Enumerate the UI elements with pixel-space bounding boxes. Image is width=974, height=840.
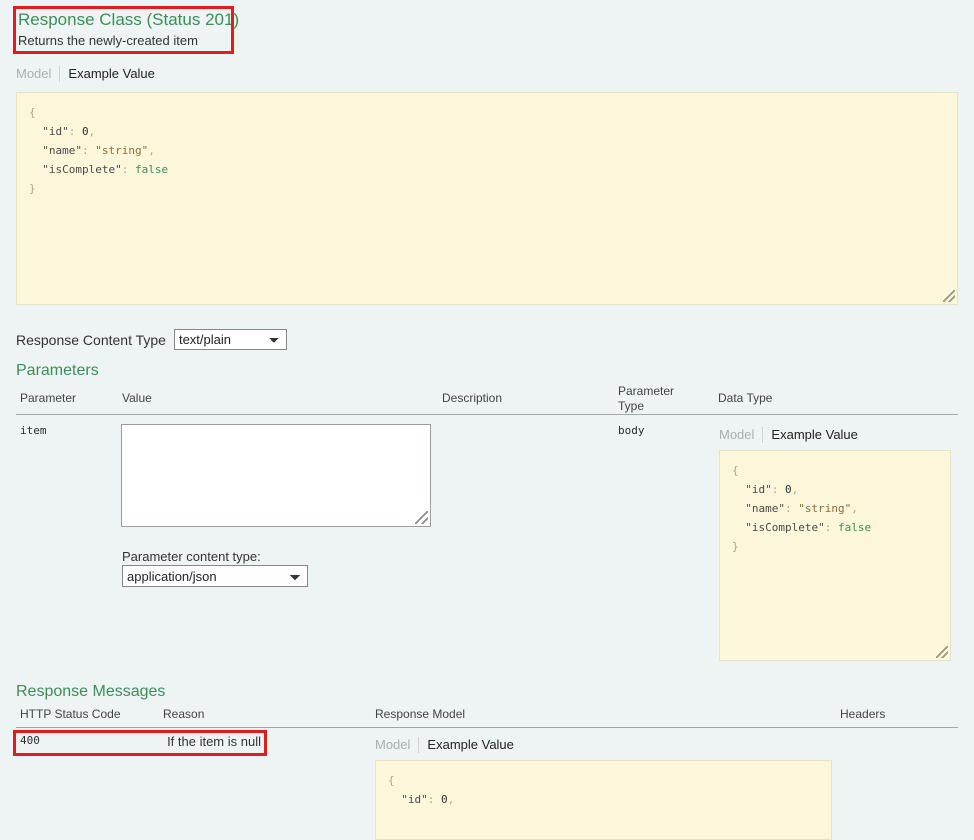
json-close-brace: } [732, 540, 739, 553]
json-key-id: "id" [29, 125, 69, 138]
example-value-json-response-class[interactable]: { "id": 0, "name": "string", "isComplete… [16, 92, 958, 305]
json-key-id: "id" [388, 793, 428, 806]
parameter-content-type-wrapper: application/json [122, 565, 308, 587]
parameter-type-value-body: body [618, 424, 645, 437]
swagger-operation-panel: Response Class (Status 201) Returns the … [0, 0, 974, 781]
response-messages-heading: Response Messages [16, 682, 165, 702]
column-header-http-status-code: HTTP Status Code [20, 707, 121, 722]
json-key-name: "name" [732, 502, 785, 515]
example-value-json-parameter[interactable]: { "id": 0, "name": "string", "isComplete… [719, 450, 951, 661]
json-key-iscomplete: "isComplete" [732, 521, 825, 534]
json-comma-id: , [448, 793, 455, 806]
json-value-name: "string" [95, 144, 148, 157]
column-header-parameter: Parameter [20, 391, 76, 406]
model-example-tabs-response-message: Model Example Value [375, 737, 514, 753]
json-colon-iscomplete: : [825, 521, 838, 534]
json-value-id: 0 [441, 793, 448, 806]
response-class-title: Response Class (Status 201) [18, 9, 232, 31]
json-comma-name: , [851, 502, 858, 515]
response-class-description: Returns the newly-created item [18, 32, 232, 50]
column-header-value: Value [122, 391, 152, 406]
json-comma-id: , [89, 125, 96, 138]
tab-example-value[interactable]: Example Value [419, 737, 513, 752]
column-header-description: Description [442, 391, 502, 406]
json-colon-name: : [785, 502, 798, 515]
column-header-reason: Reason [163, 707, 204, 722]
json-key-name: "name" [29, 144, 82, 157]
model-example-tabs-parameter: Model Example Value [719, 427, 858, 443]
tab-example-value[interactable]: Example Value [60, 66, 154, 81]
json-colon-id: : [69, 125, 82, 138]
column-header-response-model: Response Model [375, 707, 465, 722]
parameters-heading: Parameters [16, 361, 99, 381]
json-value-id: 0 [785, 483, 792, 496]
example-value-json-response-message[interactable]: { "id": 0, [375, 760, 832, 840]
model-example-tabs-response-class: Model Example Value [16, 66, 155, 82]
json-key-id: "id" [732, 483, 772, 496]
column-header-parameter-type-line1: Parameter [618, 384, 678, 399]
parameter-value-textarea[interactable] [121, 424, 431, 527]
response-content-type-select[interactable]: text/plain [174, 329, 287, 350]
json-value-name: "string" [798, 502, 851, 515]
response-content-type-label: Response Content Type [16, 332, 166, 348]
parameter-content-type-select[interactable]: application/json [122, 565, 308, 587]
tab-model[interactable]: Model [16, 66, 59, 81]
tab-example-value[interactable]: Example Value [763, 427, 857, 442]
response-content-type-row: Response Content Type text/plain [16, 329, 287, 350]
json-colon-id: : [772, 483, 785, 496]
json-value-id: 0 [82, 125, 89, 138]
column-header-parameter-type: Parameter Type [618, 384, 678, 414]
json-comma-id: , [792, 483, 799, 496]
json-key-iscomplete: "isComplete" [29, 163, 122, 176]
response-messages-table-divider [16, 727, 958, 728]
json-close-brace: } [29, 182, 36, 195]
json-open-brace: { [732, 464, 739, 477]
column-header-parameter-type-line2: Type [618, 399, 678, 414]
parameters-table-divider [16, 414, 958, 415]
tab-model[interactable]: Model [719, 427, 762, 442]
json-colon-name: : [82, 144, 95, 157]
json-colon-id: : [428, 793, 441, 806]
json-open-brace: { [29, 106, 36, 119]
response-reason-text: If the item is null [163, 734, 261, 749]
parameter-content-type-label: Parameter content type: [122, 549, 261, 564]
json-colon-iscomplete: : [122, 163, 135, 176]
column-header-data-type: Data Type [718, 391, 772, 406]
column-header-headers: Headers [840, 707, 885, 722]
tab-model[interactable]: Model [375, 737, 418, 752]
json-value-iscomplete: false [838, 521, 871, 534]
response-status-code: 400 [20, 734, 40, 747]
json-comma-name: , [148, 144, 155, 157]
json-value-iscomplete: false [135, 163, 168, 176]
response-class-block: Response Class (Status 201) Returns the … [18, 9, 232, 50]
parameter-name-item: item [20, 424, 47, 437]
